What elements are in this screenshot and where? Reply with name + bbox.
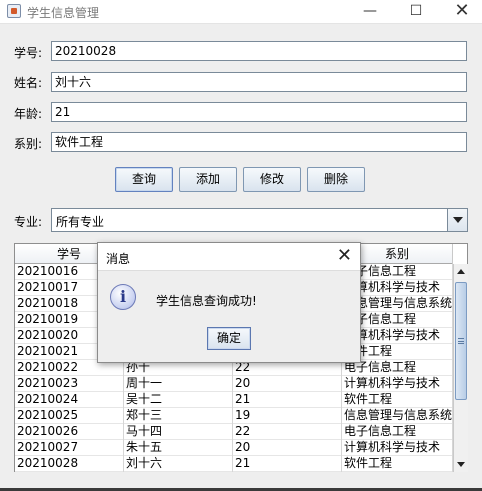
info-icon: i: [110, 284, 136, 310]
query-button[interactable]: 查询: [115, 167, 173, 192]
message-dialog: 消息 ✕ i 学生信息查询成功! 确定: [97, 242, 361, 363]
major-filter-value: 所有专业: [56, 215, 105, 229]
cell-id: 20210023: [15, 376, 124, 392]
cell-department: 软件工程: [342, 456, 453, 472]
dialog-ok-button[interactable]: 确定: [207, 327, 251, 350]
cell-age: 21: [233, 392, 342, 408]
add-button[interactable]: 添加: [179, 167, 237, 192]
cell-id: 20210025: [15, 408, 124, 424]
maximize-button[interactable]: ☐: [398, 0, 434, 24]
student-id-label: 学号:: [14, 46, 43, 60]
age-field[interactable]: 21: [51, 102, 467, 122]
chevron-down-icon[interactable]: [447, 209, 467, 231]
table-row[interactable]: 20210028 刘十六 21 软件工程: [15, 456, 453, 472]
scrollbar-thumb[interactable]: [455, 282, 467, 400]
department-label: 系别:: [14, 137, 43, 151]
cell-department: 软件工程: [342, 392, 453, 408]
cell-age: 20: [233, 440, 342, 456]
cell-age: 21: [233, 456, 342, 472]
table-row[interactable]: 20210026 马十四 22 电子信息工程: [15, 424, 453, 440]
delete-button[interactable]: 删除: [307, 167, 365, 192]
scroll-up-icon[interactable]: [454, 264, 468, 279]
major-filter-select[interactable]: 所有专业: [51, 208, 468, 232]
dialog-titlebar: 消息 ✕: [98, 243, 360, 271]
window-title: 学生信息管理: [27, 6, 100, 20]
grip-icon: [458, 338, 464, 344]
cell-name: 马十四: [124, 424, 233, 440]
major-filter-label: 专业:: [14, 215, 43, 229]
minimize-button[interactable]: —: [352, 0, 388, 24]
cell-name: 朱十五: [124, 440, 233, 456]
app-icon: [7, 4, 21, 18]
scroll-down-icon[interactable]: [454, 457, 468, 472]
cell-department: 计算机科学与技术: [342, 376, 453, 392]
cell-department: 信息管理与信息系统: [344, 408, 453, 424]
cell-name: 刘十六: [124, 456, 233, 472]
cell-department: 计算机科学与技术: [342, 440, 453, 456]
name-label: 姓名:: [14, 76, 43, 90]
student-id-field[interactable]: 20210028: [51, 41, 467, 61]
dialog-message: 学生信息查询成功!: [156, 294, 257, 308]
cell-name: 周十一: [124, 376, 233, 392]
table-scrollbar[interactable]: [453, 264, 468, 472]
age-label: 年龄:: [14, 107, 43, 121]
cell-name: 郑十三: [124, 408, 233, 424]
cell-id: 20210027: [15, 440, 124, 456]
cell-id: 20210024: [15, 392, 124, 408]
dialog-close-button[interactable]: ✕: [337, 245, 352, 267]
modify-button[interactable]: 修改: [243, 167, 301, 192]
window-titlebar: 学生信息管理 — ☐ ✕: [0, 0, 482, 24]
table-row[interactable]: 20210025 郑十三 19 信息管理与信息系统: [15, 408, 453, 424]
department-field[interactable]: 软件工程: [51, 132, 467, 152]
cell-age: 19: [233, 408, 342, 424]
cell-id: 20210028: [15, 456, 124, 472]
table-row[interactable]: 20210024 吴十二 21 软件工程: [15, 392, 453, 408]
close-window-button[interactable]: ✕: [444, 0, 480, 24]
cell-id: 20210026: [15, 424, 124, 440]
cell-age: 20: [233, 376, 342, 392]
table-row[interactable]: 20210023 周十一 20 计算机科学与技术: [15, 376, 453, 392]
cell-department: 电子信息工程: [342, 424, 453, 440]
cell-name: 吴十二: [124, 392, 233, 408]
dialog-title: 消息: [106, 252, 131, 266]
table-row[interactable]: 20210027 朱十五 20 计算机科学与技术: [15, 440, 453, 456]
cell-age: 22: [233, 424, 342, 440]
name-field[interactable]: 刘十六: [51, 72, 467, 92]
